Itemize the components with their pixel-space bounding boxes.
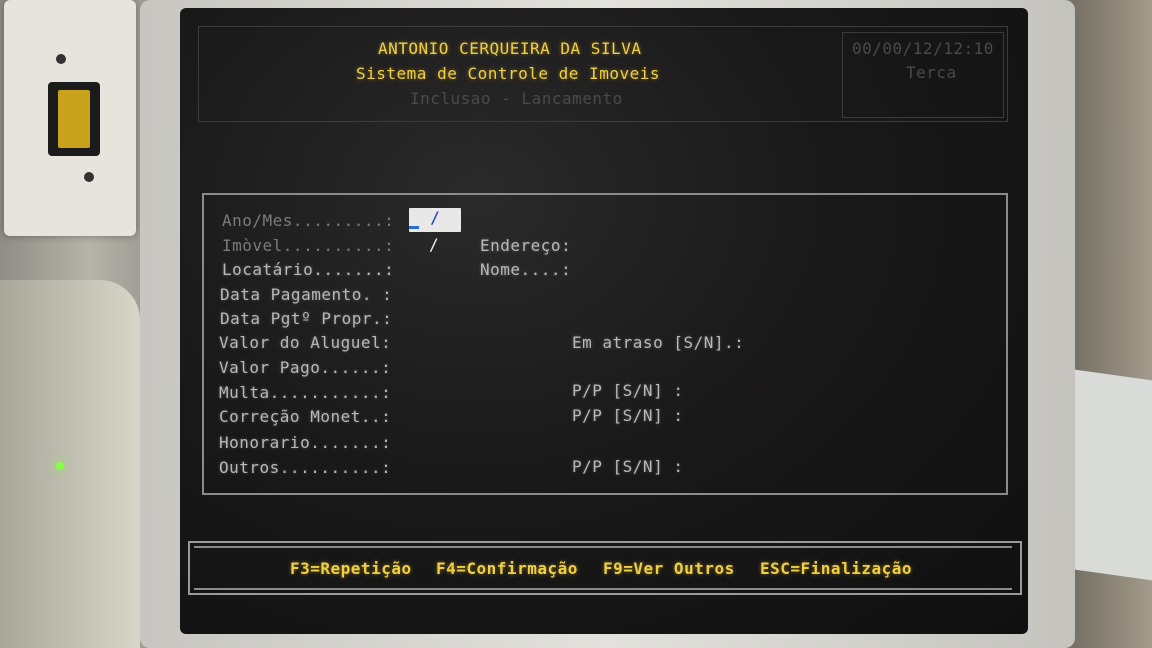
valor-aluguel-label: Valor do Aluguel: (219, 333, 392, 352)
endereco-label: Endereço: (480, 236, 572, 255)
outros-label: Outros..........: (219, 458, 392, 477)
company-name: ANTONIO CERQUEIRA DA SILVA (378, 39, 642, 58)
date-time: 00/00/12/12:10 (852, 39, 994, 58)
f3-repeticao-key[interactable]: F3=Repetição (290, 560, 412, 578)
screw-icon (84, 172, 94, 182)
screw-icon (56, 54, 66, 64)
switch-key (48, 82, 100, 156)
light-switch (4, 0, 136, 236)
valor-pago-label: Valor Pago......: (219, 358, 392, 377)
f4-confirmacao-key[interactable]: F4=Confirmação (436, 560, 578, 578)
ano-mes-separator: / (430, 208, 440, 227)
power-led-icon (56, 462, 64, 470)
imovel-field[interactable]: / (429, 236, 439, 254)
multa-label: Multa...........: (219, 383, 392, 402)
nome-label: Nome....: (480, 260, 572, 279)
pp-outros-label: P/P [S/N] : (572, 457, 684, 476)
text-cursor (409, 226, 419, 229)
paper-sheet (1075, 369, 1152, 581)
em-atraso-label: Em atraso [S/N].: (572, 333, 745, 352)
honorario-label: Honorario.......: (219, 433, 392, 452)
locatario-label: Locatário.......: (222, 260, 395, 279)
esc-finalizacao-key[interactable]: ESC=Finalização (760, 560, 912, 578)
correcao-label: Correção Monet..: (219, 407, 392, 426)
f9-ver-outros-key[interactable]: F9=Ver Outros (603, 560, 735, 578)
computer-case (0, 280, 140, 648)
screen-mode: Inclusao - Lancamento (410, 89, 623, 108)
system-title: Sistema de Controle de Imoveis (356, 64, 660, 83)
pp-correcao-label: P/P [S/N] : (572, 406, 684, 425)
imovel-label: Imòvel..........: (222, 236, 395, 255)
ano-mes-label: Ano/Mes.........: (222, 211, 395, 230)
data-pgt-propr-label: Data Pgtº Propr.: (220, 309, 393, 328)
data-pagamento-label: Data Pagamento. : (220, 285, 393, 304)
weekday: Terca (906, 63, 957, 82)
pp-multa-label: P/P [S/N] : (572, 381, 684, 400)
